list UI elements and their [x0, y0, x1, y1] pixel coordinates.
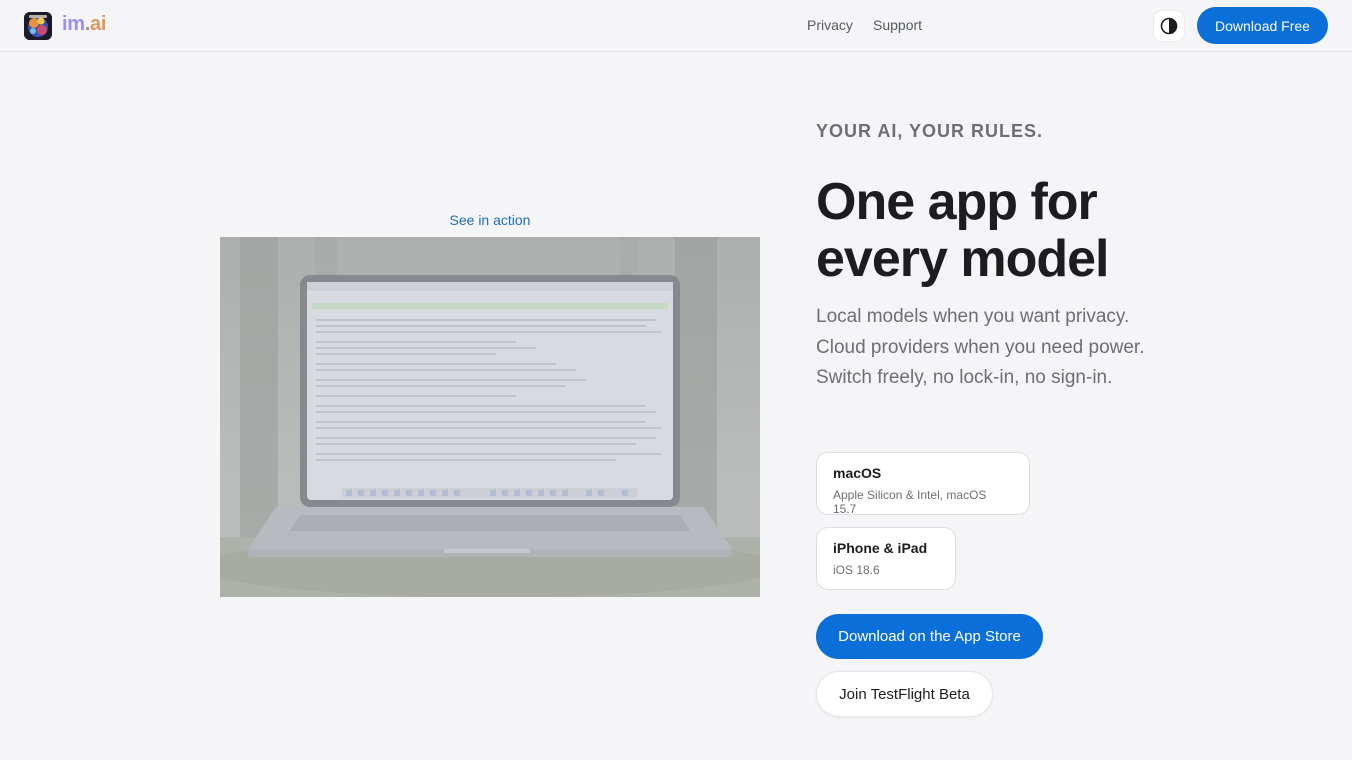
- headline-line-2: every model: [816, 230, 1109, 288]
- see-in-action-link[interactable]: See in action: [220, 212, 760, 228]
- hero-headline: One app for every model: [816, 174, 1236, 288]
- brand-name[interactable]: im.ai: [62, 13, 106, 36]
- nav-link-privacy[interactable]: Privacy: [807, 17, 853, 33]
- platform-title: iPhone & iPad: [833, 540, 928, 556]
- join-testflight-button[interactable]: Join TestFlight Beta: [816, 671, 993, 717]
- platform-card-ios: iPhone & iPad iOS 18.6: [816, 527, 956, 590]
- app-logo-icon[interactable]: [24, 12, 52, 40]
- top-navigation-bar: im.ai Privacy Support Download Free: [0, 0, 1352, 52]
- laptop-in-forest-image[interactable]: [220, 237, 760, 597]
- nav-link-support[interactable]: Support: [873, 17, 922, 33]
- brand-part-im: im: [62, 13, 85, 35]
- platform-requirements: Apple Silicon & Intel, macOS 15.7: [833, 488, 987, 516]
- headline-line-1: One app for: [816, 173, 1098, 231]
- platform-card-macos: macOS Apple Silicon & Intel, macOS 15.7: [816, 452, 1030, 516]
- platform-title: macOS: [833, 465, 882, 481]
- contrast-icon: [1160, 17, 1178, 35]
- theme-toggle-button[interactable]: [1154, 11, 1184, 41]
- brand-part-ai: ai: [90, 13, 107, 35]
- hero-subtitle: Local models when you want privacy. Clou…: [816, 306, 1145, 388]
- platform-requirements: iOS 18.6: [833, 563, 880, 577]
- image-overlay: [220, 237, 760, 597]
- hero-eyebrow: YOUR AI, YOUR RULES.: [816, 121, 1044, 141]
- download-free-button[interactable]: Download Free: [1197, 7, 1328, 44]
- download-app-store-button[interactable]: Download on the App Store: [816, 614, 1043, 659]
